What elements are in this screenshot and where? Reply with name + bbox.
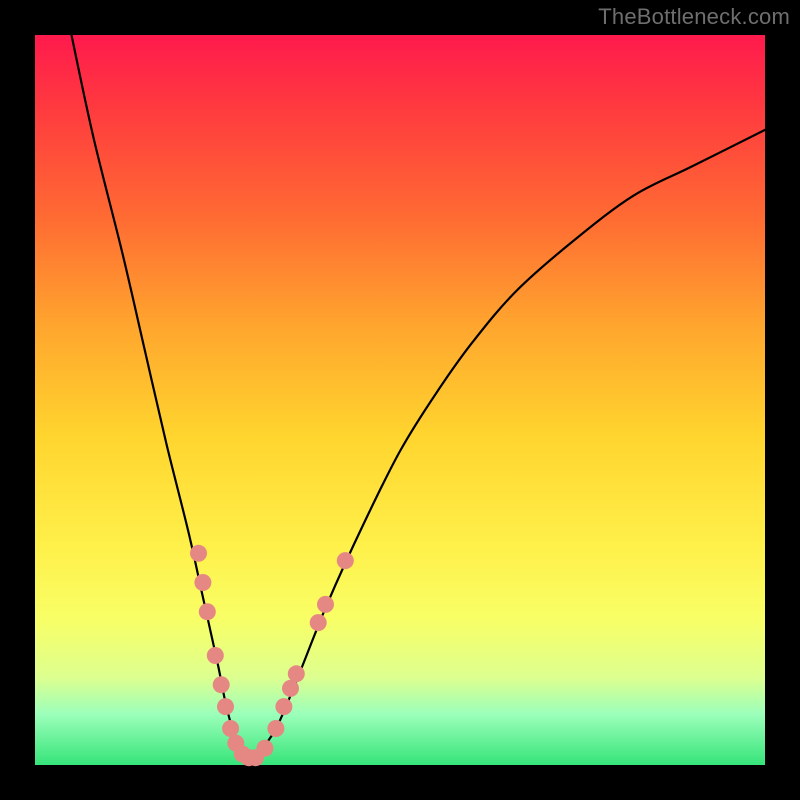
watermark-text: TheBottleneck.com (598, 4, 790, 30)
sample-dot (207, 647, 224, 664)
chart-frame: TheBottleneck.com (0, 0, 800, 800)
curve-svg (35, 35, 765, 765)
sample-dot (310, 614, 327, 631)
bottleneck-curve (72, 35, 766, 760)
sample-dot (222, 720, 239, 737)
sample-dot (217, 698, 234, 715)
sample-dot (190, 545, 207, 562)
sample-dot (194, 574, 211, 591)
sample-dot (337, 552, 354, 569)
sample-dot (267, 720, 284, 737)
sample-dot (288, 665, 305, 682)
sample-dot (275, 698, 292, 715)
sample-dot (256, 740, 273, 757)
sample-dot (282, 680, 299, 697)
plot-area (35, 35, 765, 765)
sample-dot (317, 596, 334, 613)
sample-dot (199, 603, 216, 620)
sample-dots (190, 545, 354, 766)
sample-dot (213, 676, 230, 693)
